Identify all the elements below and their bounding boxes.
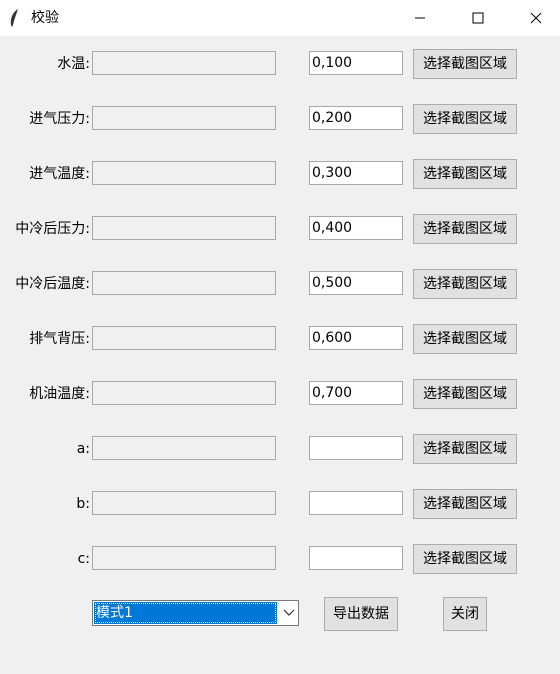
maximize-button[interactable] xyxy=(455,0,501,36)
select-region-button[interactable]: 选择截图区域 xyxy=(413,379,517,409)
feather-icon xyxy=(10,9,18,27)
close-icon xyxy=(530,12,542,24)
close-button[interactable]: 关闭 xyxy=(443,597,487,631)
row-intake-pressure: 进气压力: 选择截图区域 xyxy=(0,104,560,134)
row-exhaust-backpressure: 排气背压: 选择截图区域 xyxy=(0,324,560,354)
close-window-button[interactable] xyxy=(513,0,559,36)
select-region-button[interactable]: 选择截图区域 xyxy=(413,159,517,189)
region-display xyxy=(92,546,276,570)
row-label: 水温: xyxy=(57,56,90,72)
range-input[interactable] xyxy=(309,106,403,130)
minimize-button[interactable] xyxy=(397,0,443,36)
row-c: c: 选择截图区域 xyxy=(0,544,560,574)
row-label: 中冷后压力: xyxy=(15,221,90,237)
range-input[interactable] xyxy=(309,491,403,515)
range-input[interactable] xyxy=(309,436,403,460)
maximize-icon xyxy=(472,12,484,24)
chevron-down-icon xyxy=(283,609,295,616)
range-input[interactable] xyxy=(309,161,403,185)
select-region-button[interactable]: 选择截图区域 xyxy=(413,544,517,574)
row-label: b: xyxy=(76,496,90,512)
range-input[interactable] xyxy=(309,271,403,295)
select-region-button[interactable]: 选择截图区域 xyxy=(413,214,517,244)
row-intercooler-temp: 中冷后温度: 选择截图区域 xyxy=(0,269,560,299)
row-intercooler-pressure: 中冷后压力: 选择截图区域 xyxy=(0,214,560,244)
row-label: 进气压力: xyxy=(29,111,90,127)
window-title: 校验 xyxy=(31,10,59,26)
region-display xyxy=(92,106,276,130)
region-display xyxy=(92,491,276,515)
region-display xyxy=(92,326,276,350)
title-bar: 校验 xyxy=(0,0,560,36)
row-label: a: xyxy=(76,441,90,457)
range-input[interactable] xyxy=(309,326,403,350)
row-b: b: 选择截图区域 xyxy=(0,489,560,519)
region-display xyxy=(92,381,276,405)
row-label: 进气温度: xyxy=(29,166,90,182)
range-input[interactable] xyxy=(309,216,403,240)
row-label: c: xyxy=(77,551,90,567)
range-input[interactable] xyxy=(309,51,403,75)
row-intake-temp: 进气温度: 选择截图区域 xyxy=(0,159,560,189)
select-region-button[interactable]: 选择截图区域 xyxy=(413,434,517,464)
select-region-button[interactable]: 选择截图区域 xyxy=(413,489,517,519)
region-display xyxy=(92,161,276,185)
select-region-button[interactable]: 选择截图区域 xyxy=(413,49,517,79)
region-display xyxy=(92,436,276,460)
mode-selected-value: 模式1 xyxy=(94,602,277,624)
region-display xyxy=(92,51,276,75)
select-region-button[interactable]: 选择截图区域 xyxy=(413,104,517,134)
row-label: 机油温度: xyxy=(29,386,90,402)
range-input[interactable] xyxy=(309,381,403,405)
select-region-button[interactable]: 选择截图区域 xyxy=(413,324,517,354)
row-label: 排气背压: xyxy=(29,331,90,347)
region-display xyxy=(92,271,276,295)
row-oil-temp: 机油温度: 选择截图区域 xyxy=(0,379,560,409)
row-water-temp: 水温: 选择截图区域 xyxy=(0,49,560,79)
minimize-icon xyxy=(415,17,425,19)
row-label: 中冷后温度: xyxy=(15,276,90,292)
range-input[interactable] xyxy=(309,546,403,570)
select-region-button[interactable]: 选择截图区域 xyxy=(413,269,517,299)
region-display xyxy=(92,216,276,240)
export-data-button[interactable]: 导出数据 xyxy=(324,597,398,631)
row-a: a: 选择截图区域 xyxy=(0,434,560,464)
mode-dropdown[interactable]: 模式1 xyxy=(92,600,299,626)
